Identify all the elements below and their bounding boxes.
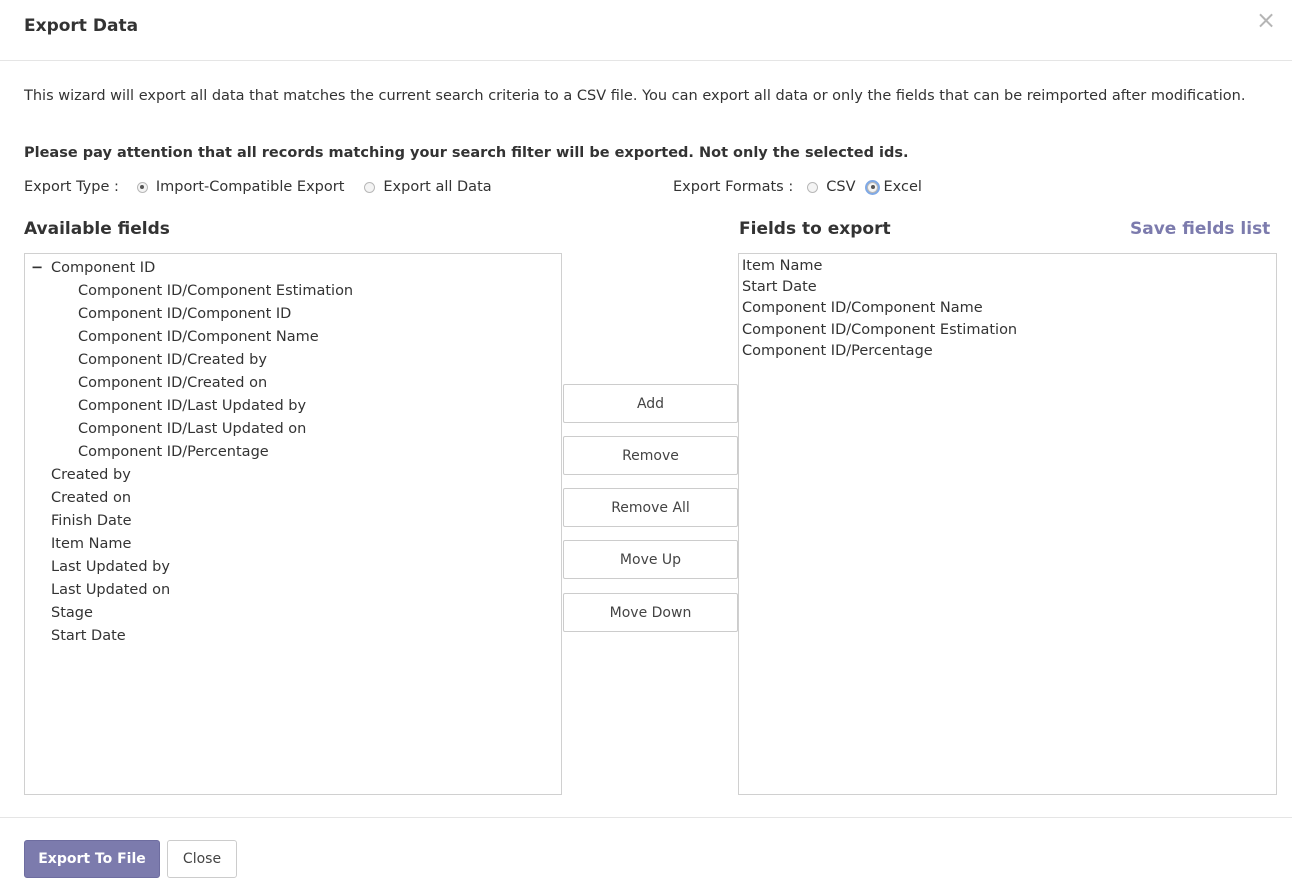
dialog-title: Export Data xyxy=(24,16,139,36)
tree-item[interactable]: Item Name xyxy=(51,533,131,556)
available-fields-tree[interactable]: − Component ID Component ID/Component Est… xyxy=(24,253,562,795)
export-to-file-button[interactable]: Export To File xyxy=(24,840,160,878)
close-button[interactable]: Close xyxy=(167,840,237,878)
remove-all-button[interactable]: Remove All xyxy=(563,488,738,527)
tree-group-label: Component ID xyxy=(51,260,156,276)
tree-item[interactable]: Last Updated by xyxy=(51,556,170,579)
export-formats-label: Export Formats : xyxy=(673,179,794,195)
tree-item[interactable]: Finish Date xyxy=(51,510,132,533)
excel-label[interactable]: Excel xyxy=(883,179,921,195)
tree-item[interactable]: Component ID/Percentage xyxy=(78,441,269,464)
export-type-label: Export Type : xyxy=(24,179,119,195)
export-field-item[interactable]: Item Name xyxy=(739,256,1276,277)
csv-label[interactable]: CSV xyxy=(826,179,855,195)
collapse-icon[interactable]: − xyxy=(31,257,47,280)
import-compatible-radio[interactable] xyxy=(136,181,148,193)
export-field-item[interactable]: Component ID/Percentage xyxy=(739,341,1276,362)
export-formats-row: Export Formats : CSV Excel xyxy=(673,176,922,198)
tree-item[interactable]: Component ID/Created on xyxy=(78,372,267,395)
import-compatible-label[interactable]: Import-Compatible Export xyxy=(156,179,345,195)
fields-to-export-list[interactable]: Item Name Start Date Component ID/Compon… xyxy=(738,253,1277,795)
tree-item[interactable]: Component ID/Component Name xyxy=(78,326,319,349)
export-all-radio[interactable] xyxy=(364,181,376,193)
tree-item[interactable]: Component ID/Component Estimation xyxy=(78,280,353,303)
tree-item[interactable]: Last Updated on xyxy=(51,579,170,602)
tree-item[interactable]: Stage xyxy=(51,602,93,625)
warning-text: Please pay attention that all records ma… xyxy=(24,145,909,161)
fields-to-export-title: Fields to export xyxy=(739,219,891,239)
export-field-item[interactable]: Component ID/Component Name xyxy=(739,298,1276,319)
export-type-row: Export Type : Import-Compatible Export E… xyxy=(24,176,492,198)
close-icon[interactable]: × xyxy=(1256,8,1276,32)
csv-radio[interactable] xyxy=(807,181,819,193)
move-down-button[interactable]: Move Down xyxy=(563,593,738,632)
available-fields-title: Available fields xyxy=(24,219,170,239)
tree-item[interactable]: Component ID/Last Updated by xyxy=(78,395,306,418)
tree-item[interactable]: Start Date xyxy=(51,625,126,648)
tree-item[interactable]: Component ID/Created by xyxy=(78,349,267,372)
export-field-item[interactable]: Component ID/Component Estimation xyxy=(739,320,1276,341)
tree-item[interactable]: Component ID/Last Updated on xyxy=(78,418,306,441)
excel-radio[interactable] xyxy=(867,181,879,193)
footer-divider xyxy=(0,817,1292,818)
header-divider xyxy=(0,60,1292,61)
remove-button[interactable]: Remove xyxy=(563,436,738,475)
tree-item[interactable]: Component ID/Component ID xyxy=(78,303,291,326)
save-fields-list-link[interactable]: Save fields list xyxy=(1130,219,1270,239)
tree-group-component-id[interactable]: − Component ID xyxy=(31,257,155,280)
tree-item[interactable]: Created by xyxy=(51,464,131,487)
add-button[interactable]: Add xyxy=(563,384,738,423)
tree-item[interactable]: Created on xyxy=(51,487,131,510)
wizard-description: This wizard will export all data that ma… xyxy=(24,88,1246,104)
export-field-item[interactable]: Start Date xyxy=(739,277,1276,298)
export-all-label[interactable]: Export all Data xyxy=(383,179,491,195)
move-up-button[interactable]: Move Up xyxy=(563,540,738,579)
